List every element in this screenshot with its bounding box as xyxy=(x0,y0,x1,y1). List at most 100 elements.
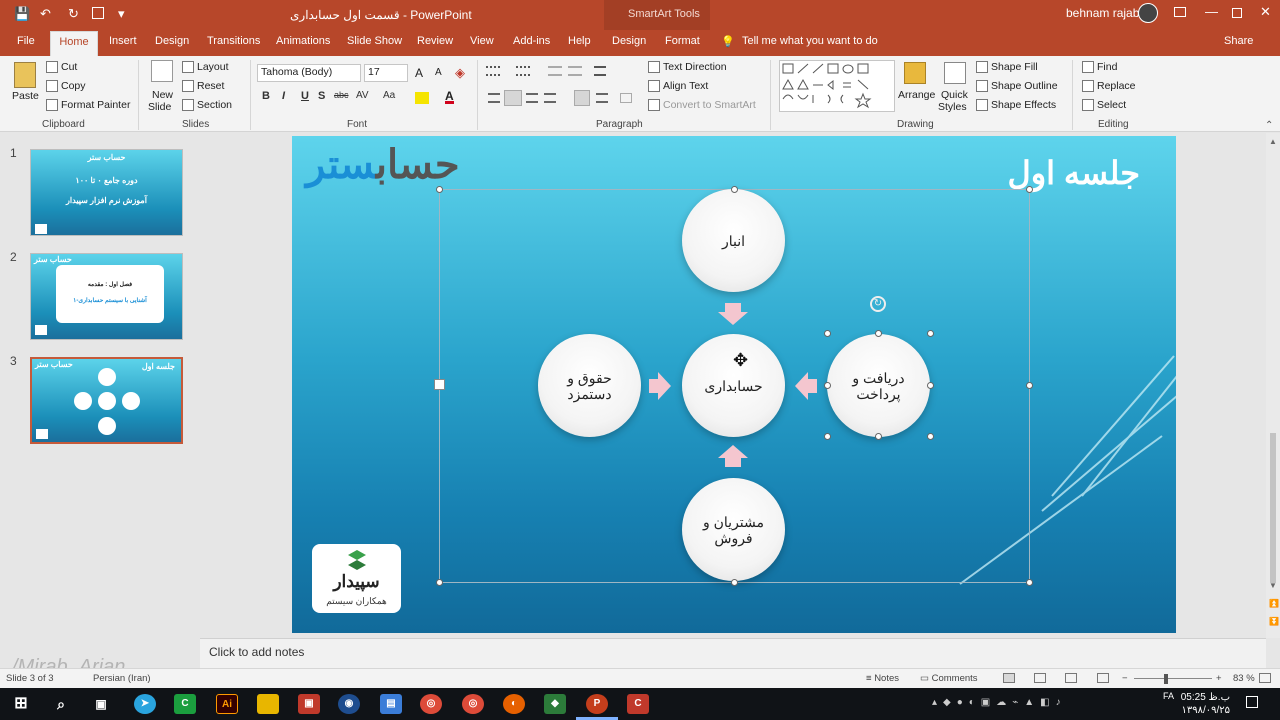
shape-effects-button[interactable]: Shape Effects xyxy=(976,99,1056,112)
char-spacing-button[interactable]: AV xyxy=(356,90,369,101)
bold-button[interactable]: B xyxy=(262,90,270,102)
node-handle[interactable] xyxy=(875,433,882,440)
resize-handle[interactable] xyxy=(1026,382,1033,389)
minimize-icon[interactable]: — xyxy=(1205,4,1218,19)
input-language[interactable]: FA xyxy=(1163,691,1174,701)
new-slide-button-line2[interactable]: Slide xyxy=(148,101,171,113)
node-handle[interactable] xyxy=(824,330,831,337)
tab-view[interactable]: View xyxy=(470,35,494,47)
paste-icon[interactable] xyxy=(14,62,36,88)
next-slide-icon[interactable]: ⏬ xyxy=(1269,617,1279,626)
shapes-gallery[interactable] xyxy=(779,60,895,112)
tab-smartart-design[interactable]: Design xyxy=(612,35,646,47)
node-left[interactable]: حقوق و دستمزد xyxy=(538,334,641,437)
font-name-combo[interactable]: Tahoma (Body) xyxy=(257,64,361,82)
ltr-icon[interactable] xyxy=(596,93,608,103)
quick-styles-button-line2[interactable]: Styles xyxy=(938,101,967,113)
reset-button[interactable]: Reset xyxy=(182,80,224,93)
convert-smartart-button[interactable]: Convert to SmartArt xyxy=(648,99,756,112)
node-top[interactable]: انبار xyxy=(682,189,785,292)
columns-icon[interactable] xyxy=(620,93,632,103)
redo-icon[interactable]: ↻ xyxy=(68,6,79,22)
slide-sorter-icon[interactable] xyxy=(1034,673,1046,683)
user-name[interactable]: behnam rajabi xyxy=(1066,6,1142,20)
task-view-icon[interactable]: ▣ xyxy=(90,694,112,714)
tell-me-search[interactable]: Tell me what you want to do xyxy=(742,35,878,47)
resize-handle[interactable] xyxy=(436,579,443,586)
shadow-button[interactable]: S xyxy=(318,90,325,102)
maximize-icon[interactable] xyxy=(1232,8,1242,18)
tab-slide-show[interactable]: Slide Show xyxy=(347,35,402,47)
copy-button[interactable]: Copy xyxy=(46,80,86,93)
align-center-icon[interactable] xyxy=(504,90,522,106)
resize-handle[interactable] xyxy=(1026,579,1033,586)
file-explorer-icon[interactable] xyxy=(257,694,279,714)
normal-view-icon[interactable] xyxy=(1003,673,1015,683)
text-pane-toggle[interactable] xyxy=(434,379,445,390)
bullets-icon[interactable] xyxy=(486,66,500,76)
tab-design[interactable]: Design xyxy=(155,35,189,47)
numbering-icon[interactable] xyxy=(516,66,530,76)
sepidar-icon[interactable]: ◆ xyxy=(544,694,566,714)
format-painter-button[interactable]: Format Painter xyxy=(46,99,130,112)
powerpoint-icon[interactable]: P xyxy=(586,694,608,714)
resize-handle[interactable] xyxy=(731,186,738,193)
shape-fill-button[interactable]: Shape Fill xyxy=(976,61,1038,74)
firefox-icon[interactable]: ◐ xyxy=(503,694,525,714)
align-right-icon[interactable] xyxy=(526,93,538,103)
comments-toggle[interactable]: ▭ Comments xyxy=(920,673,978,684)
shape-outline-button[interactable]: Shape Outline xyxy=(976,80,1058,93)
tab-smartart-format[interactable]: Format xyxy=(665,35,700,47)
tab-addins[interactable]: Add-ins xyxy=(513,35,550,47)
shrink-font-button[interactable]: A xyxy=(435,67,442,78)
clear-formatting-icon[interactable]: ◈ xyxy=(455,65,465,81)
fit-slide-icon[interactable] xyxy=(1259,673,1271,683)
section-button[interactable]: Section xyxy=(182,99,232,112)
customize-qat-icon[interactable]: ▾ xyxy=(118,6,125,22)
increase-indent-icon[interactable] xyxy=(568,66,582,76)
find-button[interactable]: Find xyxy=(1082,61,1117,74)
ribbon-display-icon[interactable] xyxy=(1174,7,1186,17)
scroll-down-icon[interactable]: ▼ xyxy=(1269,581,1277,590)
font-color-icon[interactable]: A xyxy=(445,90,454,104)
share-button[interactable]: Share xyxy=(1224,35,1253,47)
zoom-out-icon[interactable]: − xyxy=(1122,673,1128,684)
notes-pane[interactable]: Click to add notes xyxy=(200,638,1266,668)
grow-font-button[interactable]: A xyxy=(415,66,423,80)
zoom-level[interactable]: 83 % xyxy=(1233,673,1255,684)
arrange-button[interactable]: Arrange xyxy=(898,89,935,101)
slideshow-icon[interactable] xyxy=(1097,673,1109,683)
collapse-ribbon-icon[interactable]: ⌃ xyxy=(1265,120,1273,131)
clock[interactable]: 05:25 ب.ظ ۱۳۹۸/۰۹/۲۵ xyxy=(1180,691,1230,717)
search-icon[interactable]: ⌕ xyxy=(50,694,72,714)
node-handle[interactable] xyxy=(927,382,934,389)
node-bottom[interactable]: مشتریان و فروش xyxy=(682,478,785,581)
rtl-icon[interactable] xyxy=(574,90,590,106)
decrease-indent-icon[interactable] xyxy=(548,66,562,76)
paste-button[interactable]: Paste xyxy=(12,90,39,102)
align-left-icon[interactable] xyxy=(488,93,500,103)
justify-icon[interactable] xyxy=(544,93,556,103)
chrome-profile-icon[interactable]: ◎ xyxy=(462,694,484,714)
telegram-icon[interactable]: ➤ xyxy=(134,694,156,714)
node-handle[interactable] xyxy=(824,433,831,440)
change-case-button[interactable]: Aa xyxy=(383,90,395,101)
slide-thumbnail-2[interactable]: حساب ستر فصل اول : مقدمه ۱-آشنایی با سیس… xyxy=(30,253,183,340)
select-button[interactable]: Select xyxy=(1082,99,1126,112)
slide-thumbnail-3[interactable]: حساب ستر جلسه اول xyxy=(30,357,183,444)
avatar[interactable] xyxy=(1138,3,1158,23)
node-handle[interactable] xyxy=(824,382,831,389)
line-spacing-icon[interactable] xyxy=(594,66,606,76)
tab-animations[interactable]: Animations xyxy=(276,35,330,47)
browser-app-icon[interactable]: ◉ xyxy=(338,694,360,714)
scroll-up-icon[interactable]: ▲ xyxy=(1269,137,1277,146)
resize-handle[interactable] xyxy=(1026,186,1033,193)
tab-home[interactable]: Home xyxy=(50,31,98,57)
node-handle[interactable] xyxy=(875,330,882,337)
save-icon[interactable]: 💾 xyxy=(14,6,30,22)
recorder-icon[interactable]: C xyxy=(627,694,649,714)
underline-button[interactable]: U xyxy=(301,90,309,102)
store-app-icon[interactable]: ▤ xyxy=(380,694,402,714)
present-icon[interactable] xyxy=(92,7,104,19)
vertical-scrollbar[interactable]: ▲ ▼ ⏫ ⏬ xyxy=(1266,133,1280,638)
